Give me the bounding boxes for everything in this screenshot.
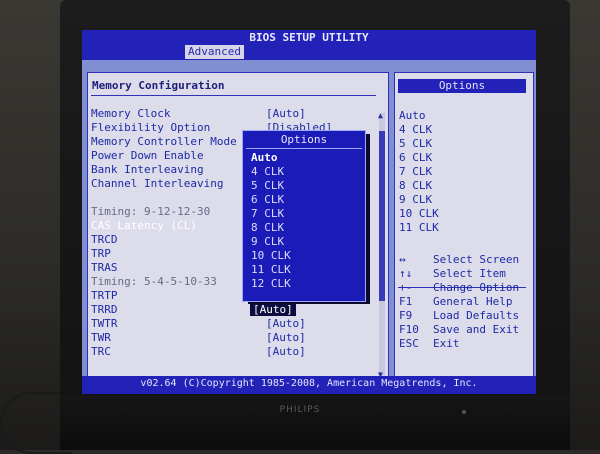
popup-option-auto[interactable]: Auto [251, 151, 278, 164]
popup-title: Options [280, 133, 328, 146]
help-save-and-exit: Save and Exit [433, 323, 520, 336]
options-popup: Options Auto 4 CLK 5 CLK 6 CLK 7 CLK 8 C… [242, 130, 366, 302]
help-change-option: Change Option [433, 281, 520, 294]
setting-trc-value[interactable]: [Auto] [266, 345, 306, 358]
options-list-item: 11 CLK [399, 221, 439, 234]
setting-trrd-value[interactable]: [Auto] [250, 303, 296, 316]
help-key-f10: F10 [399, 323, 419, 336]
help-load-defaults: Load Defaults [433, 309, 520, 322]
help-exit: Exit [433, 337, 460, 350]
setting-bank-interleaving[interactable]: Bank Interleaving [91, 163, 204, 176]
section-divider [91, 95, 376, 96]
popup-option-5clk[interactable]: 5 CLK [251, 179, 284, 192]
options-list-item: 7 CLK [399, 165, 433, 178]
popup-option-9clk[interactable]: 9 CLK [251, 235, 284, 248]
setting-cas-latency[interactable]: CAS Latency (CL) [91, 219, 197, 232]
popup-option-12clk[interactable]: 12 CLK [251, 277, 291, 290]
options-list-item: 9 CLK [399, 193, 433, 206]
setting-trcd[interactable]: TRCD [91, 233, 118, 246]
popup-option-8clk[interactable]: 8 CLK [251, 221, 284, 234]
options-list-item: 4 CLK [399, 123, 433, 136]
scroll-up-arrow-icon[interactable]: ▲ [378, 111, 383, 120]
options-help-panel: Options Auto 4 CLK 5 CLK 6 CLK 7 CLK 8 C… [394, 72, 534, 384]
popup-divider [246, 148, 362, 149]
up-down-arrows-icon: ↑↓ [399, 267, 413, 280]
timing-group-2: Timing: 5-4-5-10-33 [91, 275, 217, 288]
options-list-item: 6 CLK [399, 151, 433, 164]
setting-channel-interleaving[interactable]: Channel Interleaving [91, 177, 223, 190]
bios-screen: BIOS SETUP UTILITY Advanced Memory Confi… [82, 30, 536, 394]
popup-option-4clk[interactable]: 4 CLK [251, 165, 284, 178]
setting-trc[interactable]: TRC [91, 345, 111, 358]
popup-option-7clk[interactable]: 7 CLK [251, 207, 284, 220]
help-key-plus-minus: +- [399, 281, 413, 294]
setting-memory-clock[interactable]: Memory Clock [91, 107, 170, 120]
setting-trtp[interactable]: TRTP [91, 289, 118, 302]
setting-flexibility-option[interactable]: Flexibility Option [91, 121, 210, 134]
setting-tras[interactable]: TRAS [91, 261, 118, 274]
setting-memory-clock-value[interactable]: [Auto] [266, 107, 306, 120]
setting-twr-value[interactable]: [Auto] [266, 331, 306, 344]
options-header: Options [398, 79, 526, 93]
help-key-esc: ESC [399, 337, 419, 350]
setting-memory-controller-mode[interactable]: Memory Controller Mode [91, 135, 237, 148]
tab-bar [82, 46, 536, 60]
footer-bar: v02.64 (C)Copyright 1985-2008, American … [82, 376, 536, 394]
popup-option-11clk[interactable]: 11 CLK [251, 263, 291, 276]
help-select-item: Select Item [433, 267, 506, 280]
setting-trp[interactable]: TRP [91, 247, 111, 260]
options-list-item: Auto [399, 109, 426, 122]
footer-copyright: v02.64 (C)Copyright 1985-2008, American … [140, 378, 478, 389]
bios-title: BIOS SETUP UTILITY [249, 31, 369, 44]
setting-twtr[interactable]: TWTR [91, 317, 118, 330]
options-list-item: 10 CLK [399, 207, 439, 220]
section-title: Memory Configuration [92, 79, 225, 92]
tab-advanced[interactable]: Advanced [185, 45, 244, 59]
popup-option-6clk[interactable]: 6 CLK [251, 193, 284, 206]
title-bar: BIOS SETUP UTILITY [82, 30, 536, 46]
power-led [462, 410, 466, 414]
timing-group-1: Timing: 9-12-12-30 [91, 205, 211, 218]
help-key-f9: F9 [399, 309, 413, 322]
options-list-item: 8 CLK [399, 179, 433, 192]
monitor-brand-logo: PHILIPS [279, 405, 321, 415]
setting-trrd[interactable]: TRRD [91, 303, 118, 316]
help-select-screen: Select Screen [433, 253, 520, 266]
setting-twtr-value[interactable]: [Auto] [266, 317, 306, 330]
help-key-f1: F1 [399, 295, 413, 308]
popup-option-10clk[interactable]: 10 CLK [251, 249, 291, 262]
help-general-help: General Help [433, 295, 513, 308]
setting-twr[interactable]: TWR [91, 331, 111, 344]
setting-power-down-enable[interactable]: Power Down Enable [91, 149, 204, 162]
scrollbar-thumb[interactable] [379, 131, 385, 301]
monitor-bezel-bottom [60, 395, 570, 450]
options-list-item: 5 CLK [399, 137, 433, 150]
left-right-arrows-icon: ↔ [399, 253, 406, 266]
